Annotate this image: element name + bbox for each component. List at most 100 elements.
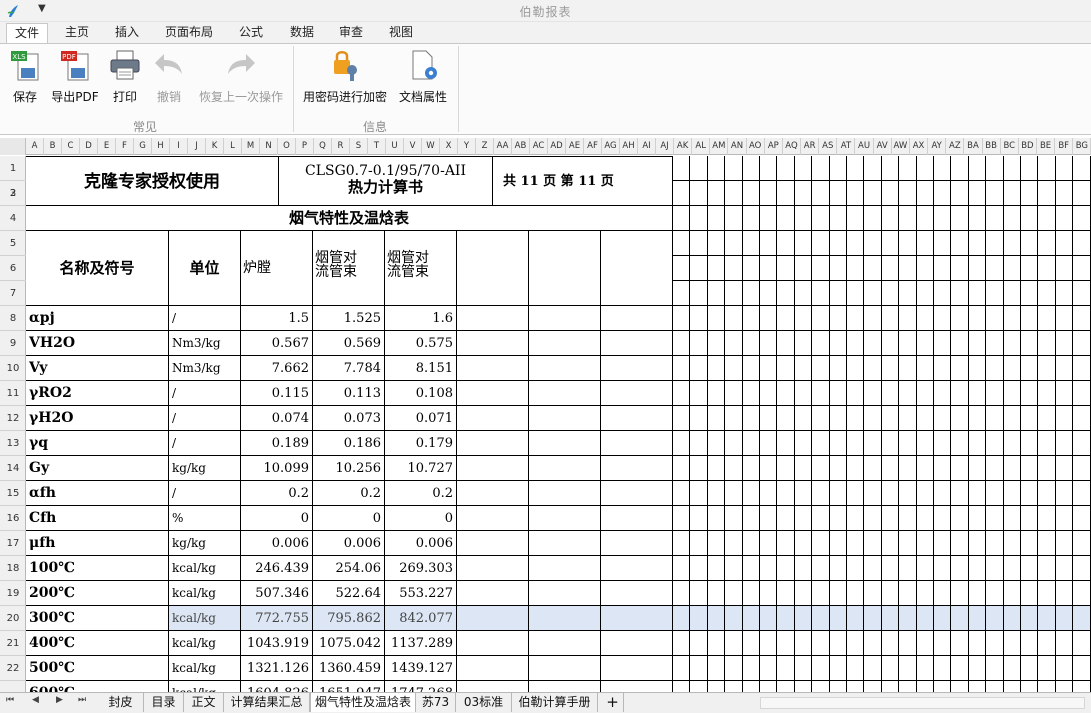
grid-cell[interactable]: [934, 156, 952, 181]
empty-cell[interactable]: [529, 406, 601, 431]
data-tube2-cell[interactable]: 0.575: [385, 331, 457, 356]
grid-cell[interactable]: [1003, 281, 1021, 306]
undo-button[interactable]: 撤销: [150, 48, 188, 106]
grid-cell[interactable]: [864, 381, 882, 406]
grid-cell[interactable]: [934, 531, 952, 556]
grid-cell[interactable]: [777, 681, 795, 692]
select-all-corner[interactable]: [0, 138, 26, 155]
grid-cell[interactable]: [690, 556, 708, 581]
row-header-cell[interactable]: 10: [0, 356, 26, 381]
grid-cell[interactable]: [725, 581, 743, 606]
grid-cell[interactable]: [707, 506, 726, 531]
grid-cell[interactable]: [847, 656, 865, 681]
grid-cell[interactable]: [881, 281, 900, 306]
grid-cell[interactable]: [760, 306, 778, 331]
grid-cell[interactable]: [1073, 381, 1091, 406]
grid-cell[interactable]: [968, 256, 987, 281]
empty-cell[interactable]: [457, 356, 529, 381]
grid-cell[interactable]: [690, 331, 708, 356]
data-name-cell[interactable]: VH2O: [26, 331, 169, 356]
grid-cell[interactable]: [951, 406, 969, 431]
data-name-cell[interactable]: γH2O: [26, 406, 169, 431]
row-header-cell[interactable]: 21: [0, 631, 26, 656]
grid-cell[interactable]: [968, 331, 987, 356]
grid-cell[interactable]: [916, 281, 934, 306]
add-sheet-button[interactable]: +: [602, 693, 624, 712]
grid-cell[interactable]: [847, 556, 865, 581]
grid-cell[interactable]: [1073, 531, 1091, 556]
grid-cell[interactable]: [1021, 556, 1039, 581]
grid-cell[interactable]: [1073, 281, 1091, 306]
grid-cell[interactable]: [760, 356, 778, 381]
grid-cell[interactable]: [812, 381, 830, 406]
grid-cell[interactable]: [794, 331, 813, 356]
grid-cell[interactable]: [864, 456, 882, 481]
grid-cell[interactable]: [968, 231, 987, 256]
data-unit-cell[interactable]: kg/kg: [169, 456, 241, 481]
grid-cell[interactable]: [1021, 206, 1039, 231]
column-header-cell[interactable]: AY: [928, 138, 947, 155]
grid-cell[interactable]: [899, 631, 917, 656]
column-header-cell[interactable]: W: [422, 138, 440, 155]
grid-cell[interactable]: [881, 481, 900, 506]
grid-cell[interactable]: [986, 231, 1004, 256]
grid-cell[interactable]: [1038, 306, 1056, 331]
grid-cell[interactable]: [934, 606, 952, 631]
grid-cell[interactable]: [1003, 581, 1021, 606]
grid-cell[interactable]: [1021, 681, 1039, 692]
grid-cell[interactable]: [986, 531, 1004, 556]
row-header-cell[interactable]: 18: [0, 556, 26, 581]
grid-cell[interactable]: [725, 381, 743, 406]
data-name-cell[interactable]: γq: [26, 431, 169, 456]
empty-cell[interactable]: [601, 631, 673, 656]
data-furnace-cell[interactable]: 10.099: [241, 456, 313, 481]
grid-cell[interactable]: [795, 681, 813, 692]
empty-cell[interactable]: [529, 531, 601, 556]
empty-header-cell[interactable]: [529, 231, 601, 306]
grid-cell[interactable]: [742, 631, 760, 656]
column-header-cell[interactable]: U: [386, 138, 404, 155]
grid-cell[interactable]: [725, 656, 743, 681]
grid-cell[interactable]: [881, 556, 900, 581]
grid-cell[interactable]: [673, 656, 691, 681]
grid-cell[interactable]: [899, 356, 917, 381]
grid-cell[interactable]: [777, 481, 795, 506]
grid-cell[interactable]: [794, 631, 813, 656]
grid-cell[interactable]: [864, 681, 882, 692]
grid-cell[interactable]: [968, 281, 987, 306]
grid-cell[interactable]: [864, 156, 882, 181]
grid-cell[interactable]: [1038, 606, 1056, 631]
grid-cell[interactable]: [934, 556, 952, 581]
empty-cell[interactable]: [457, 656, 529, 681]
grid-cell[interactable]: [725, 456, 743, 481]
next-sheet-icon[interactable]: ▶: [56, 695, 63, 705]
data-furnace-cell[interactable]: 1.5: [241, 306, 313, 331]
grid-cell[interactable]: [1073, 256, 1091, 281]
grid-cell[interactable]: [742, 306, 760, 331]
empty-cell[interactable]: [457, 606, 529, 631]
grid-cell[interactable]: [690, 581, 708, 606]
grid-cell[interactable]: [829, 606, 847, 631]
grid-cell[interactable]: [707, 306, 726, 331]
grid-cell[interactable]: [777, 206, 795, 231]
grid-cell[interactable]: [916, 356, 934, 381]
grid-cell[interactable]: [1073, 631, 1091, 656]
empty-cell[interactable]: [529, 381, 601, 406]
grid-cell[interactable]: [881, 381, 900, 406]
grid-cell[interactable]: [1003, 656, 1021, 681]
grid-cell[interactable]: [1055, 656, 1074, 681]
grid-cell[interactable]: [847, 206, 865, 231]
grid-cell[interactable]: [864, 531, 882, 556]
grid-cell[interactable]: [829, 656, 847, 681]
grid-cell[interactable]: [916, 231, 934, 256]
column-header-cell[interactable]: AA: [494, 138, 512, 155]
grid-cell[interactable]: [1055, 506, 1074, 531]
data-tube1-cell[interactable]: 10.256: [313, 456, 385, 481]
grid-cell[interactable]: [725, 181, 743, 206]
grid-cell[interactable]: [1055, 181, 1074, 206]
grid-cell[interactable]: [1073, 581, 1091, 606]
grid-cell[interactable]: [864, 406, 882, 431]
column-header-cell[interactable]: AW: [892, 138, 910, 155]
data-tube2-cell[interactable]: 0: [385, 506, 457, 531]
empty-cell[interactable]: [457, 681, 529, 692]
